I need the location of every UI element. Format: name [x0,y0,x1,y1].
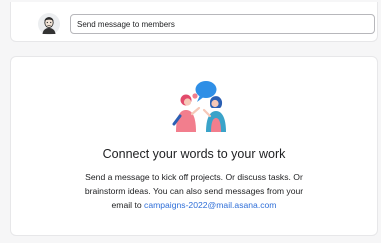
empty-state-description: Send a message to kick off projects. Or … [10,170,378,212]
description-email-prefix: email to [111,200,142,210]
description-line-2: brainstorm ideas. You can also send mess… [84,186,304,196]
empty-state-heading: Connect your words to your work [102,147,286,161]
description-line-1: Send a message to kick off projects. Or … [85,172,303,182]
project-email-link[interactable]: campaigns-2022@mail.asana.com [144,200,276,210]
user-avatar-icon[interactable] [38,13,60,35]
people-chatting-illustration [166,80,236,132]
send-message-input[interactable] [70,14,375,34]
message-composer [10,2,378,42]
description-line-3: email to campaigns-2022@mail.asana.com [10,198,378,212]
